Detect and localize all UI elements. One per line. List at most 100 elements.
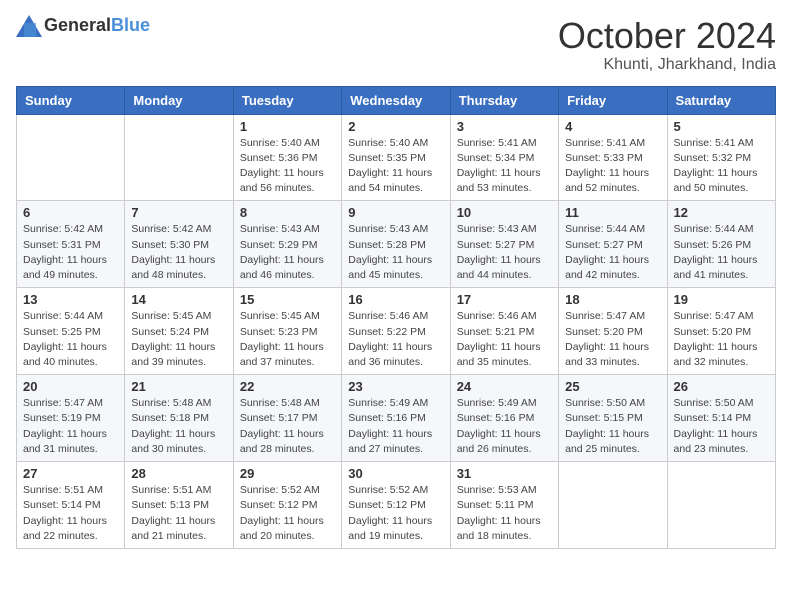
weekday-header-wednesday: Wednesday xyxy=(342,86,450,114)
calendar-cell: 16 Sunrise: 5:46 AMSunset: 5:22 PMDayligh… xyxy=(342,288,450,375)
calendar-cell: 21 Sunrise: 5:48 AMSunset: 5:18 PMDayligh… xyxy=(125,375,233,462)
day-number: 29 xyxy=(240,466,335,481)
day-number: 14 xyxy=(131,292,226,307)
day-number: 19 xyxy=(674,292,769,307)
day-number: 6 xyxy=(23,205,118,220)
weekday-header-tuesday: Tuesday xyxy=(233,86,341,114)
day-number: 21 xyxy=(131,379,226,394)
day-number: 10 xyxy=(457,205,552,220)
calendar-cell: 17 Sunrise: 5:46 AMSunset: 5:21 PMDayligh… xyxy=(450,288,558,375)
calendar-cell: 18Sunrise: 5:47 AMSunset: 5:20 PMDayligh… xyxy=(559,288,667,375)
day-number: 16 xyxy=(348,292,443,307)
calendar-week-2: 6 Sunrise: 5:42 AMSunset: 5:31 PMDaylight… xyxy=(17,201,776,288)
day-number: 31 xyxy=(457,466,552,481)
day-number: 9 xyxy=(348,205,443,220)
day-number: 17 xyxy=(457,292,552,307)
location-title: Khunti, Jharkhand, India xyxy=(558,56,776,74)
day-info: Sunrise: 5:47 AMSunset: 5:19 PMDaylight:… xyxy=(23,396,118,457)
calendar-cell: 8 Sunrise: 5:43 AMSunset: 5:29 PMDaylight… xyxy=(233,201,341,288)
day-number: 30 xyxy=(348,466,443,481)
calendar-cell: 24 Sunrise: 5:49 AMSunset: 5:16 PMDayligh… xyxy=(450,375,558,462)
day-info: Sunrise: 5:49 AMSunset: 5:16 PMDaylight:… xyxy=(348,396,443,457)
day-info: Sunrise: 5:41 AMSunset: 5:34 PMDaylight:… xyxy=(457,136,552,197)
calendar-cell: 9Sunrise: 5:43 AMSunset: 5:28 PMDaylight… xyxy=(342,201,450,288)
day-number: 7 xyxy=(131,205,226,220)
day-number: 25 xyxy=(565,379,660,394)
calendar-week-4: 20 Sunrise: 5:47 AMSunset: 5:19 PMDayligh… xyxy=(17,375,776,462)
day-info: Sunrise: 5:48 AMSunset: 5:18 PMDaylight:… xyxy=(131,396,226,457)
day-number: 12 xyxy=(674,205,769,220)
calendar-cell: 4 Sunrise: 5:41 AMSunset: 5:33 PMDaylight… xyxy=(559,114,667,201)
calendar-cell: 30Sunrise: 5:52 AMSunset: 5:12 PMDayligh… xyxy=(342,462,450,549)
calendar-cell xyxy=(559,462,667,549)
calendar-cell: 20 Sunrise: 5:47 AMSunset: 5:19 PMDayligh… xyxy=(17,375,125,462)
calendar-cell: 2 Sunrise: 5:40 AMSunset: 5:35 PMDaylight… xyxy=(342,114,450,201)
calendar-cell xyxy=(17,114,125,201)
day-info: Sunrise: 5:45 AMSunset: 5:24 PMDaylight:… xyxy=(131,309,226,370)
calendar-cell: 7 Sunrise: 5:42 AMSunset: 5:30 PMDaylight… xyxy=(125,201,233,288)
weekday-header-sunday: Sunday xyxy=(17,86,125,114)
day-number: 1 xyxy=(240,119,335,134)
day-info: Sunrise: 5:43 AMSunset: 5:27 PMDaylight:… xyxy=(457,222,552,283)
calendar-cell: 29 Sunrise: 5:52 AMSunset: 5:12 PMDayligh… xyxy=(233,462,341,549)
calendar-cell xyxy=(125,114,233,201)
calendar-cell: 26 Sunrise: 5:50 AMSunset: 5:14 PMDayligh… xyxy=(667,375,775,462)
day-info: Sunrise: 5:40 AMSunset: 5:35 PMDaylight:… xyxy=(348,136,443,197)
day-number: 8 xyxy=(240,205,335,220)
day-info: Sunrise: 5:43 AMSunset: 5:29 PMDaylight:… xyxy=(240,222,335,283)
day-info: Sunrise: 5:41 AMSunset: 5:32 PMDaylight:… xyxy=(674,136,769,197)
calendar-week-1: 1 Sunrise: 5:40 AMSunset: 5:36 PMDaylight… xyxy=(17,114,776,201)
day-number: 20 xyxy=(23,379,118,394)
day-info: Sunrise: 5:41 AMSunset: 5:33 PMDaylight:… xyxy=(565,136,660,197)
calendar-cell: 22Sunrise: 5:48 AMSunset: 5:17 PMDayligh… xyxy=(233,375,341,462)
day-number: 15 xyxy=(240,292,335,307)
day-number: 13 xyxy=(23,292,118,307)
calendar-cell: 28 Sunrise: 5:51 AMSunset: 5:13 PMDayligh… xyxy=(125,462,233,549)
day-number: 24 xyxy=(457,379,552,394)
day-number: 4 xyxy=(565,119,660,134)
calendar-cell xyxy=(667,462,775,549)
calendar-week-3: 13Sunrise: 5:44 AMSunset: 5:25 PMDayligh… xyxy=(17,288,776,375)
day-info: Sunrise: 5:42 AMSunset: 5:30 PMDaylight:… xyxy=(131,222,226,283)
day-info: Sunrise: 5:46 AMSunset: 5:21 PMDaylight:… xyxy=(457,309,552,370)
day-number: 3 xyxy=(457,119,552,134)
day-info: Sunrise: 5:47 AMSunset: 5:20 PMDaylight:… xyxy=(674,309,769,370)
day-info: Sunrise: 5:51 AMSunset: 5:14 PMDaylight:… xyxy=(23,483,118,544)
day-number: 18 xyxy=(565,292,660,307)
day-number: 22 xyxy=(240,379,335,394)
calendar-cell: 3 Sunrise: 5:41 AMSunset: 5:34 PMDaylight… xyxy=(450,114,558,201)
weekday-header-thursday: Thursday xyxy=(450,86,558,114)
calendar-cell: 12 Sunrise: 5:44 AMSunset: 5:26 PMDayligh… xyxy=(667,201,775,288)
day-number: 26 xyxy=(674,379,769,394)
day-info: Sunrise: 5:46 AMSunset: 5:22 PMDaylight:… xyxy=(348,309,443,370)
day-info: Sunrise: 5:40 AMSunset: 5:36 PMDaylight:… xyxy=(240,136,335,197)
day-info: Sunrise: 5:50 AMSunset: 5:14 PMDaylight:… xyxy=(674,396,769,457)
day-info: Sunrise: 5:49 AMSunset: 5:16 PMDaylight:… xyxy=(457,396,552,457)
day-info: Sunrise: 5:51 AMSunset: 5:13 PMDaylight:… xyxy=(131,483,226,544)
logo-icon xyxy=(16,15,40,35)
calendar-cell: 25 Sunrise: 5:50 AMSunset: 5:15 PMDayligh… xyxy=(559,375,667,462)
day-info: Sunrise: 5:42 AMSunset: 5:31 PMDaylight:… xyxy=(23,222,118,283)
calendar-cell: 6 Sunrise: 5:42 AMSunset: 5:31 PMDaylight… xyxy=(17,201,125,288)
day-info: Sunrise: 5:52 AMSunset: 5:12 PMDaylight:… xyxy=(240,483,335,544)
calendar-cell: 11 Sunrise: 5:44 AMSunset: 5:27 PMDayligh… xyxy=(559,201,667,288)
logo: GeneralBlue xyxy=(16,16,150,36)
day-info: Sunrise: 5:44 AMSunset: 5:27 PMDaylight:… xyxy=(565,222,660,283)
day-number: 23 xyxy=(348,379,443,394)
calendar-week-5: 27 Sunrise: 5:51 AMSunset: 5:14 PMDayligh… xyxy=(17,462,776,549)
logo-blue-text: Blue xyxy=(111,15,150,35)
calendar-cell: 13Sunrise: 5:44 AMSunset: 5:25 PMDayligh… xyxy=(17,288,125,375)
day-info: Sunrise: 5:50 AMSunset: 5:15 PMDaylight:… xyxy=(565,396,660,457)
day-number: 28 xyxy=(131,466,226,481)
day-info: Sunrise: 5:45 AMSunset: 5:23 PMDaylight:… xyxy=(240,309,335,370)
day-info: Sunrise: 5:44 AMSunset: 5:26 PMDaylight:… xyxy=(674,222,769,283)
day-number: 2 xyxy=(348,119,443,134)
calendar-cell: 5Sunrise: 5:41 AMSunset: 5:32 PMDaylight… xyxy=(667,114,775,201)
day-number: 11 xyxy=(565,205,660,220)
month-title: October 2024 xyxy=(558,16,776,56)
day-number: 27 xyxy=(23,466,118,481)
calendar-cell: 31Sunrise: 5:53 AMSunset: 5:11 PMDayligh… xyxy=(450,462,558,549)
title-block: October 2024 Khunti, Jharkhand, India xyxy=(558,16,776,74)
calendar-cell: 10 Sunrise: 5:43 AMSunset: 5:27 PMDayligh… xyxy=(450,201,558,288)
page-header: GeneralBlue October 2024 Khunti, Jharkha… xyxy=(16,16,776,74)
